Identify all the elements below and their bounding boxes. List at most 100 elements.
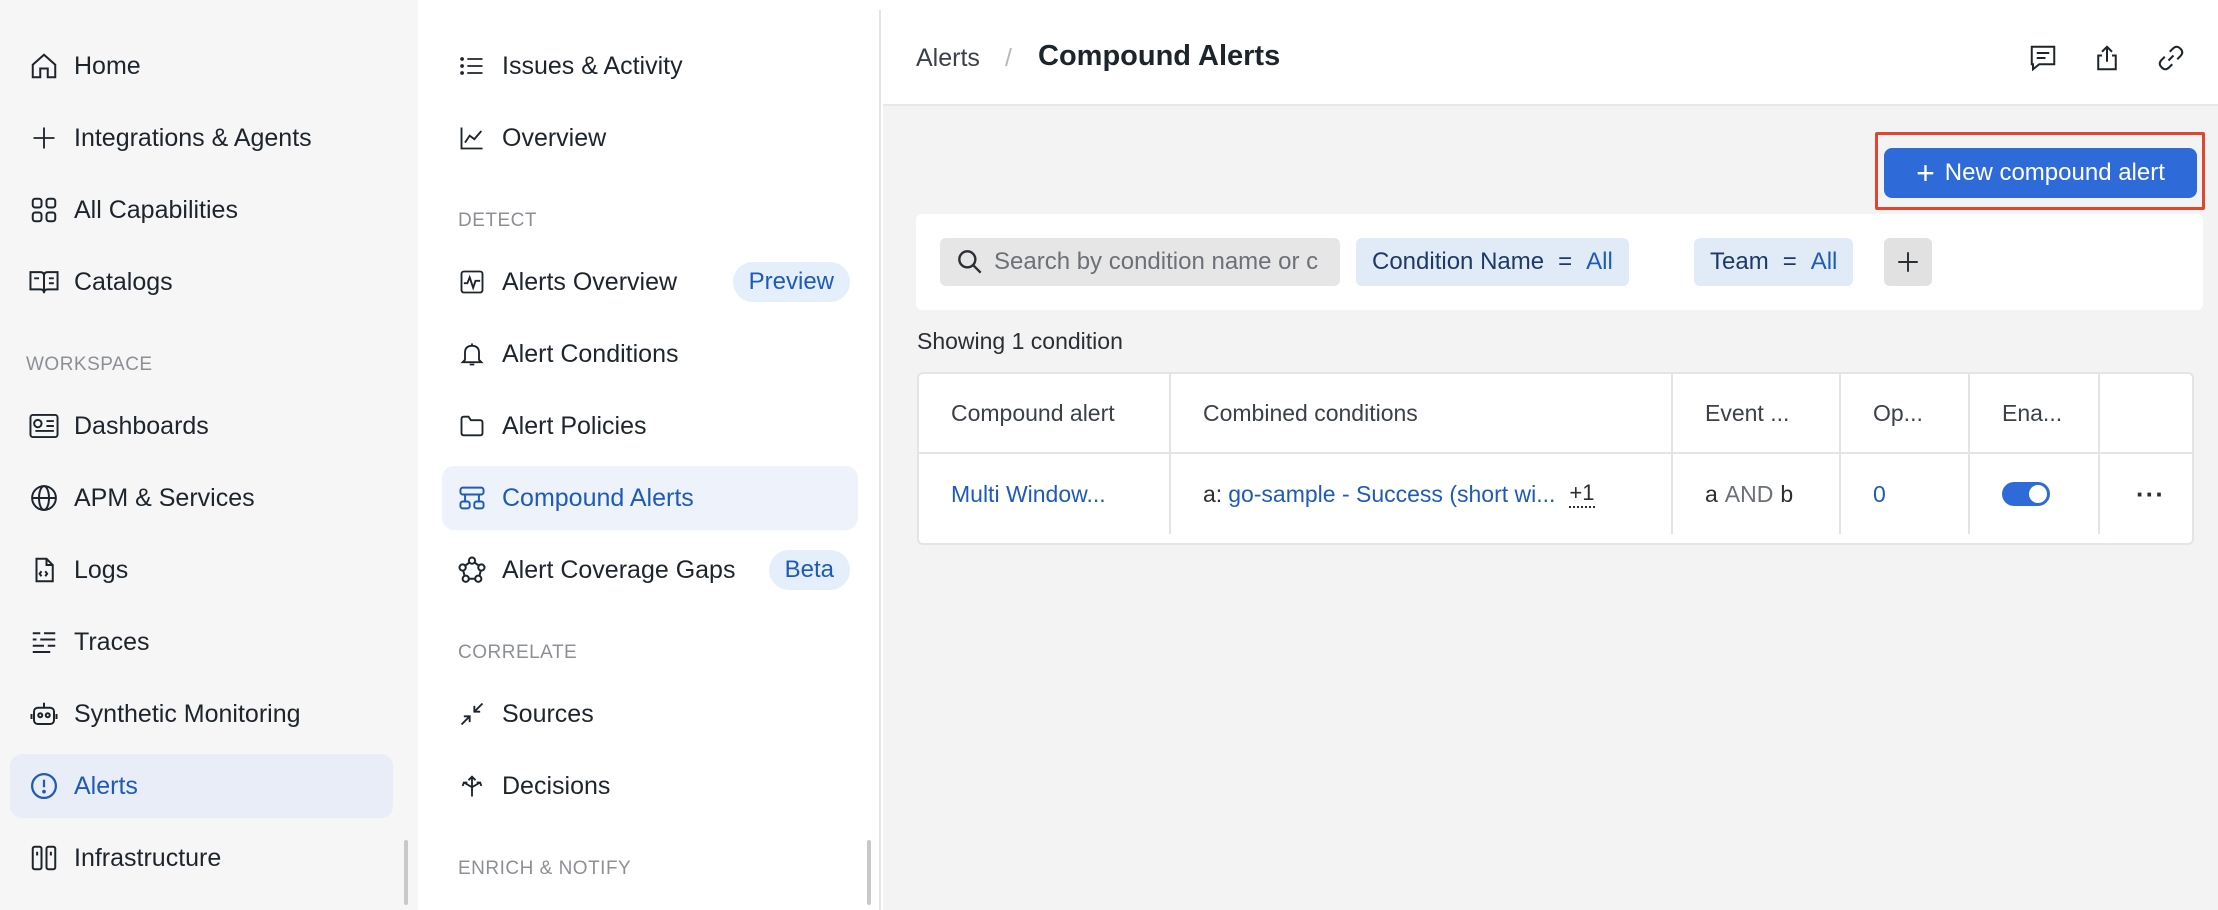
- nav-label: Home: [74, 51, 141, 80]
- nav-all-capabilities[interactable]: All Capabilities: [10, 178, 393, 242]
- filter-bar: Condition Name = All Team = All: [916, 214, 2203, 310]
- chip-operator: =: [1782, 248, 1797, 275]
- table-row-actions: ···: [2100, 454, 2192, 534]
- nav-infrastructure[interactable]: Infrastructure: [10, 826, 393, 890]
- column-header[interactable]: Compound alert: [919, 374, 1171, 454]
- filter-chip-condition-name[interactable]: Condition Name = All: [1356, 238, 1629, 286]
- table-row-name: Multi Window...: [919, 454, 1171, 534]
- event-a: a: [1705, 480, 1718, 507]
- table-row-open: 0: [1841, 454, 1970, 534]
- logs-icon: [26, 552, 62, 588]
- nav-label: All Capabilities: [74, 195, 238, 224]
- nav-alert-coverage-gaps[interactable]: Alert Coverage Gaps Beta: [442, 538, 858, 602]
- compound-icon: [454, 480, 490, 516]
- more-actions-icon[interactable]: ···: [2136, 479, 2165, 510]
- nav-label: Traces: [74, 627, 150, 656]
- infrastructure-icon: [26, 840, 62, 876]
- preview-badge: Preview: [732, 262, 850, 302]
- nav-compound-alerts[interactable]: Compound Alerts: [442, 466, 858, 530]
- alerts-sidebar-scrollbar[interactable]: [867, 840, 871, 905]
- plus-icon: [1895, 249, 1921, 275]
- column-header[interactable]: Combined conditions: [1171, 374, 1673, 454]
- nav-traces[interactable]: Traces: [10, 610, 393, 674]
- nav-sources[interactable]: Sources: [442, 682, 858, 746]
- breadcrumb-alerts[interactable]: Alerts: [916, 44, 980, 73]
- breadcrumb-separator: /: [1005, 44, 1012, 72]
- new-compound-alert-label: New compound alert: [1944, 159, 2165, 186]
- event-b: b: [1780, 480, 1794, 507]
- section-correlate: CORRELATE: [458, 642, 578, 663]
- compound-alert-link[interactable]: Multi Window...: [951, 481, 1106, 508]
- share-icon[interactable]: [2089, 40, 2125, 76]
- sidebar-scrollbar[interactable]: [404, 840, 408, 905]
- nav-overview[interactable]: Overview: [442, 106, 858, 170]
- table-row-conditions: a: go-sample - Success (short wi... +1: [1171, 454, 1673, 534]
- nav-alerts-overview[interactable]: Alerts Overview Preview: [442, 250, 858, 314]
- search-icon: [954, 246, 986, 278]
- nav-apm-services[interactable]: APM & Services: [10, 466, 393, 530]
- chip-field: Condition Name: [1372, 248, 1545, 275]
- nav-label: APM & Services: [74, 483, 255, 512]
- column-header[interactable]: Event ...: [1673, 374, 1841, 454]
- nav-label: Integrations & Agents: [74, 123, 312, 152]
- nav-label: Overview: [502, 123, 607, 152]
- chip-value: All: [1810, 248, 1838, 275]
- nav-issues-activity[interactable]: Issues & Activity: [442, 34, 858, 98]
- nav-decisions[interactable]: Decisions: [442, 754, 858, 818]
- nav-label: Issues & Activity: [502, 51, 683, 80]
- nav-label: Logs: [74, 555, 129, 584]
- more-conditions[interactable]: +1: [1569, 480, 1595, 508]
- nav-home[interactable]: Home: [10, 34, 393, 98]
- page-header: Alerts / Compound Alerts: [883, 10, 2218, 106]
- nav-logs[interactable]: Logs: [10, 538, 393, 602]
- column-header[interactable]: Ena...: [1970, 374, 2100, 454]
- nav-synthetic-monitoring[interactable]: Synthetic Monitoring: [10, 682, 393, 746]
- grid-icon: [26, 192, 62, 228]
- filter-chip-team[interactable]: Team = All: [1694, 238, 1854, 286]
- nav-alerts[interactable]: Alerts: [10, 754, 393, 818]
- chip-operator: =: [1558, 248, 1573, 275]
- collapse-arrows-icon: [454, 696, 490, 732]
- open-issues-count[interactable]: 0: [1873, 481, 1886, 508]
- nav-label: Dashboards: [74, 411, 209, 440]
- add-filter-button[interactable]: [1884, 238, 1932, 286]
- search-box[interactable]: [940, 238, 1340, 286]
- column-header[interactable]: Op...: [1841, 374, 1970, 454]
- feedback-icon[interactable]: [2025, 40, 2061, 76]
- nav-label: Alert Coverage Gaps: [502, 555, 736, 584]
- dashboard-icon: [26, 408, 62, 444]
- new-compound-alert-button[interactable]: + New compound alert: [1884, 148, 2197, 198]
- plus-icon: +: [1916, 155, 1935, 191]
- nav-label: Compound Alerts: [502, 483, 694, 512]
- list-icon: [454, 48, 490, 84]
- condition-link[interactable]: go-sample - Success (short wi...: [1228, 481, 1555, 508]
- nav-catalogs[interactable]: Catalogs: [10, 250, 393, 314]
- book-icon: [26, 264, 62, 300]
- condition-prefix: a:: [1203, 480, 1223, 507]
- link-icon[interactable]: [2153, 40, 2189, 76]
- nav-label: Catalogs: [74, 267, 173, 296]
- table-row-event: a AND b: [1673, 454, 1841, 534]
- pulse-icon: [454, 264, 490, 300]
- enabled-toggle[interactable]: [2002, 482, 2050, 506]
- nav-dashboards[interactable]: Dashboards: [10, 394, 393, 458]
- search-input[interactable]: [994, 238, 1340, 286]
- nav-label: Infrastructure: [74, 843, 222, 872]
- nav-alert-policies[interactable]: Alert Policies: [442, 394, 858, 458]
- nav-alert-conditions[interactable]: Alert Conditions: [442, 322, 858, 386]
- nav-label: Alerts Overview: [502, 267, 678, 296]
- chip-value: All: [1586, 248, 1613, 275]
- nav-label: Sources: [502, 699, 594, 728]
- compound-alerts-table: Compound alert Combined conditions Event…: [917, 372, 2194, 545]
- chart-line-icon: [454, 120, 490, 156]
- nav-label: Alerts: [74, 771, 138, 800]
- section-detect: DETECT: [458, 210, 537, 231]
- results-count: Showing 1 condition: [917, 328, 1123, 354]
- column-header-actions: [2100, 374, 2192, 454]
- traces-icon: [26, 624, 62, 660]
- event-and: AND: [1724, 480, 1774, 507]
- chip-field: Team: [1710, 248, 1769, 275]
- nav-integrations[interactable]: Integrations & Agents: [10, 106, 393, 170]
- nav-label: Alert Policies: [502, 411, 647, 440]
- plus-icon: [26, 120, 62, 156]
